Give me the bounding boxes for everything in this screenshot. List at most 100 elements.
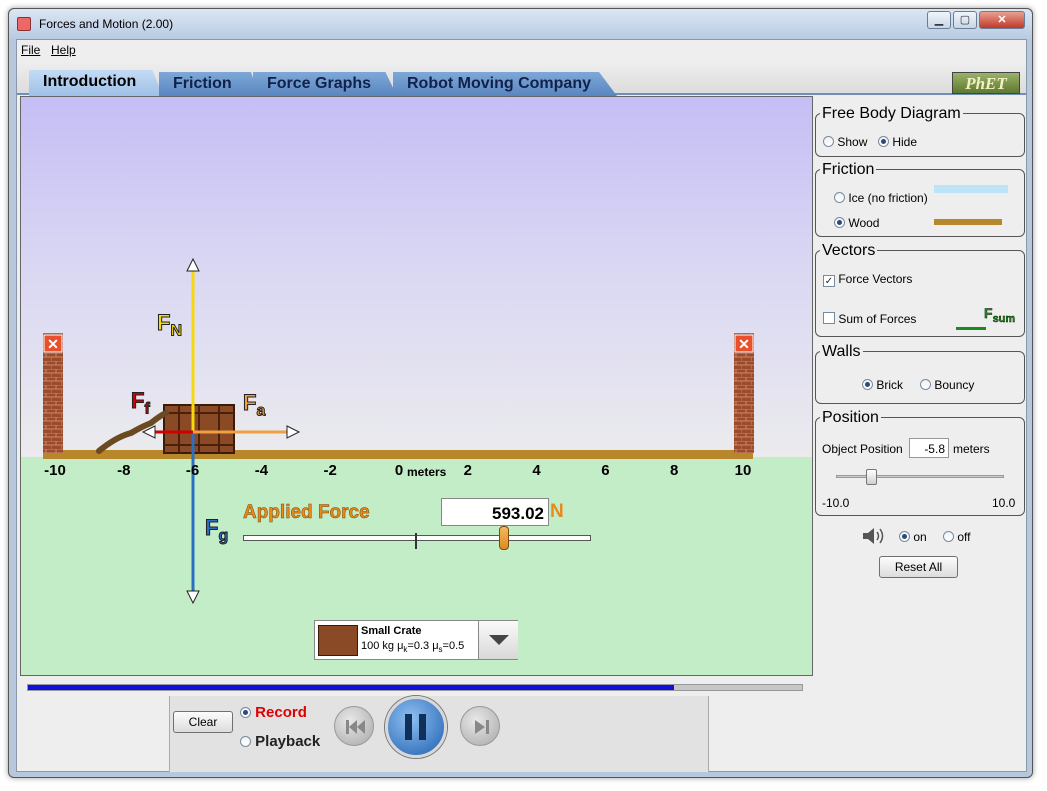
step-icon (475, 720, 489, 734)
pause-button[interactable] (385, 696, 447, 758)
axis-tick-label: -2 (324, 462, 337, 479)
applied-force-slider-thumb[interactable] (499, 526, 509, 550)
axis-ticks: -10 -8 -6 -4 -2 0 2 4 6 8 10 meters (44, 462, 751, 479)
sound-off-radio[interactable] (943, 531, 954, 542)
walls-panel: Walls Brick Bouncy (815, 343, 1025, 404)
wood-swatch (934, 219, 1002, 225)
free-body-diagram-title: Free Body Diagram (820, 105, 963, 123)
axis-tick-label: 10 (735, 462, 752, 479)
gravity-force-label: Fg (204, 515, 229, 545)
playback-progress-track[interactable] (27, 684, 803, 691)
menu-bar: File Help (17, 40, 1026, 60)
chevron-down-icon (489, 635, 509, 645)
title-bar: Forces and Motion (2.00) ▁ ▢ ✕ (9, 9, 1032, 39)
axis-tick-label: 4 (532, 462, 541, 479)
playback-area: Clear Record Playback (17, 680, 1026, 773)
applied-force-slider-track[interactable] (243, 535, 591, 541)
maximize-button[interactable]: ▢ (953, 11, 977, 29)
fbd-hide-option[interactable]: Hide (878, 135, 917, 149)
sound-on-radio[interactable] (899, 531, 910, 542)
object-name: Small Crate (361, 625, 422, 637)
sum-of-forces-checkbox[interactable] (823, 312, 835, 324)
sound-off-option[interactable]: off (943, 530, 970, 544)
applied-force-arrowhead (286, 425, 301, 439)
friction-ice-option[interactable]: Ice (no friction) (834, 191, 928, 205)
fsum-arrow (956, 327, 986, 330)
java-icon (17, 17, 31, 31)
walls-brick-option[interactable]: Brick (862, 378, 903, 392)
sum-of-forces-option[interactable]: Sum of Forces (823, 312, 916, 326)
object-position-unit: meters (953, 442, 990, 456)
tab-force-graphs[interactable]: Force Graphs (253, 72, 397, 96)
tab-friction[interactable]: Friction (159, 72, 259, 96)
friction-panel: Friction Ice (no friction) Wood (815, 161, 1025, 237)
fbd-show-radio[interactable] (823, 136, 834, 147)
right-wall-close-glyph: ✕ (738, 336, 750, 352)
menu-file[interactable]: File (21, 43, 40, 57)
axis-tick-label: 0 (395, 462, 403, 479)
fbd-show-option[interactable]: Show (823, 135, 867, 149)
axis-tick-label: -6 (186, 462, 199, 479)
applied-force-slider-zero-mark (415, 533, 417, 549)
speaker-icon (863, 528, 884, 544)
object-position-input[interactable]: -5.8 (909, 438, 949, 458)
walls-bouncy-option[interactable]: Bouncy (920, 378, 974, 392)
friction-wood-option[interactable]: Wood (834, 216, 879, 230)
fbd-hide-radio[interactable] (878, 136, 889, 147)
force-vectors-checkbox[interactable]: ✓ (823, 275, 835, 287)
bouncy-radio[interactable] (920, 379, 931, 390)
minimize-button[interactable]: ▁ (927, 11, 951, 29)
axis-tick-label: 2 (464, 462, 472, 479)
tab-introduction[interactable]: Introduction (29, 70, 163, 96)
applied-force-input[interactable]: 593.02 (441, 498, 549, 526)
object-position-label: Object Position (822, 442, 903, 456)
record-radio[interactable] (240, 707, 251, 718)
walls-title: Walls (820, 343, 863, 361)
clear-button[interactable]: Clear (173, 711, 233, 733)
wood-radio[interactable] (834, 217, 845, 228)
ice-radio[interactable] (834, 192, 845, 203)
vectors-title: Vectors (820, 242, 878, 260)
simulation-canvas: ✕ ✕ -10 -8-6 -4 -2 0 2 4 6 8 10 meters F… (20, 96, 813, 676)
position-title: Position (820, 409, 881, 427)
playback-radio[interactable] (240, 736, 251, 747)
tab-robot-moving-company[interactable]: Robot Moving Company (393, 72, 617, 96)
applied-force-title: Applied Force (243, 502, 370, 524)
axis-tick-label: 6 (601, 462, 609, 479)
position-slider-track[interactable] (836, 475, 1004, 478)
step-button[interactable] (460, 706, 500, 746)
axis-tick-label: 8 (670, 462, 678, 479)
client-area: File Help Introduction Friction Force Gr… (16, 39, 1027, 772)
position-max-label: 10.0 (992, 496, 1016, 510)
position-slider-thumb[interactable] (866, 469, 878, 485)
left-wall-close-glyph: ✕ (47, 336, 59, 352)
friction-title: Friction (820, 161, 877, 179)
position-min-label: -10.0 (822, 496, 850, 510)
normal-force-label: FN (156, 310, 183, 340)
sound-on-option[interactable]: on (899, 530, 927, 544)
reset-all-button[interactable]: Reset All (879, 556, 958, 578)
fsum-label: Fsum (984, 305, 1016, 325)
object-dropdown-button[interactable] (478, 621, 518, 659)
close-button[interactable]: ✕ (979, 11, 1025, 29)
object-chooser[interactable]: Small Crate 100 kg μk=0.3 μs=0.5 (314, 620, 518, 660)
ice-swatch (934, 185, 1008, 193)
playback-option[interactable]: Playback (240, 733, 320, 750)
force-vectors-option[interactable]: ✓ Force Vectors (823, 272, 912, 287)
object-details: 100 kg μk=0.3 μs=0.5 (361, 640, 465, 655)
tab-bar: Introduction Friction Force Graphs Robot… (17, 62, 1026, 96)
brick-radio[interactable] (862, 379, 873, 390)
scene-svg: ✕ ✕ -10 -8-6 -4 -2 0 2 4 6 8 10meters (43, 257, 754, 605)
rewind-icon (346, 720, 365, 734)
window-title: Forces and Motion (2.00) (39, 17, 174, 31)
record-playback-panel: Clear Record Playback (169, 696, 709, 772)
menu-help[interactable]: Help (51, 43, 76, 57)
free-body-diagram-panel: Free Body Diagram Show Hide (815, 105, 1025, 157)
friction-force-label: Ff (130, 388, 150, 418)
applied-force-label: Fa (242, 390, 266, 420)
record-option[interactable]: Record (240, 704, 307, 721)
applied-force-unit: N (550, 501, 564, 522)
position-panel: Position Object Position -5.8 meters -10… (815, 409, 1025, 516)
rewind-button[interactable] (334, 706, 374, 746)
axis-tick-label: -10 (44, 462, 66, 479)
